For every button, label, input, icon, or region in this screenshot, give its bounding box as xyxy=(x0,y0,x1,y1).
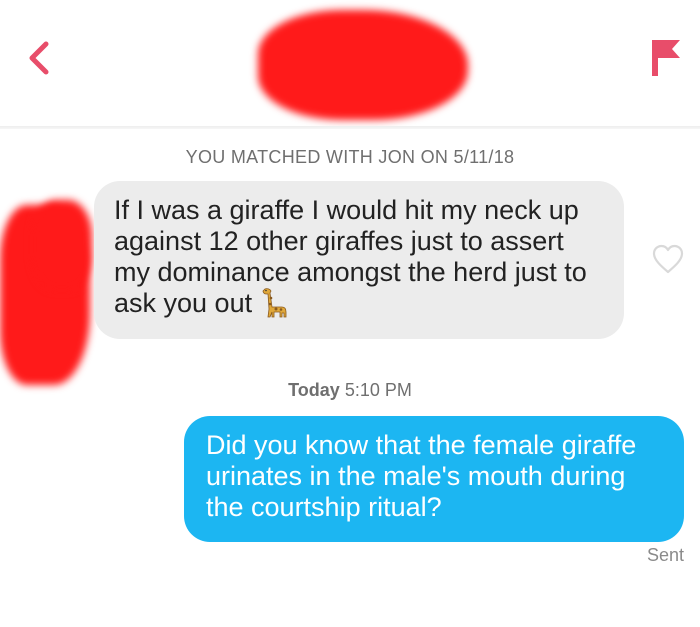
giraffe-icon xyxy=(262,288,287,318)
chevron-left-icon xyxy=(29,41,49,75)
match-notice: YOU MATCHED WITH JON ON 5/11/18 xyxy=(185,147,515,167)
timestamp-day: Today xyxy=(288,380,340,400)
incoming-message-text: If I was a giraffe I would hit my neck u… xyxy=(114,195,604,319)
message-timestamp: Today 5:10 PM xyxy=(0,380,700,401)
outgoing-message-text: Did you know that the female giraffe uri… xyxy=(206,430,637,522)
incoming-message-bubble[interactable]: If I was a giraffe I would hit my neck u… xyxy=(94,181,624,339)
chat-header xyxy=(0,0,700,129)
like-message-button[interactable] xyxy=(651,243,685,275)
header-divider xyxy=(0,126,700,129)
delivery-status: Sent xyxy=(646,545,684,565)
report-button[interactable] xyxy=(648,36,684,78)
timestamp-time: 5:10 PM xyxy=(344,380,412,400)
back-button[interactable] xyxy=(20,38,60,78)
heart-outline-icon xyxy=(652,244,684,274)
incoming-message-body: If I was a giraffe I would hit my neck u… xyxy=(114,195,587,318)
redacted-profile-name xyxy=(258,10,468,120)
redacted-avatar-overlay xyxy=(32,200,92,290)
flag-icon xyxy=(652,40,680,76)
outgoing-message-bubble[interactable]: Did you know that the female giraffe uri… xyxy=(184,416,684,542)
